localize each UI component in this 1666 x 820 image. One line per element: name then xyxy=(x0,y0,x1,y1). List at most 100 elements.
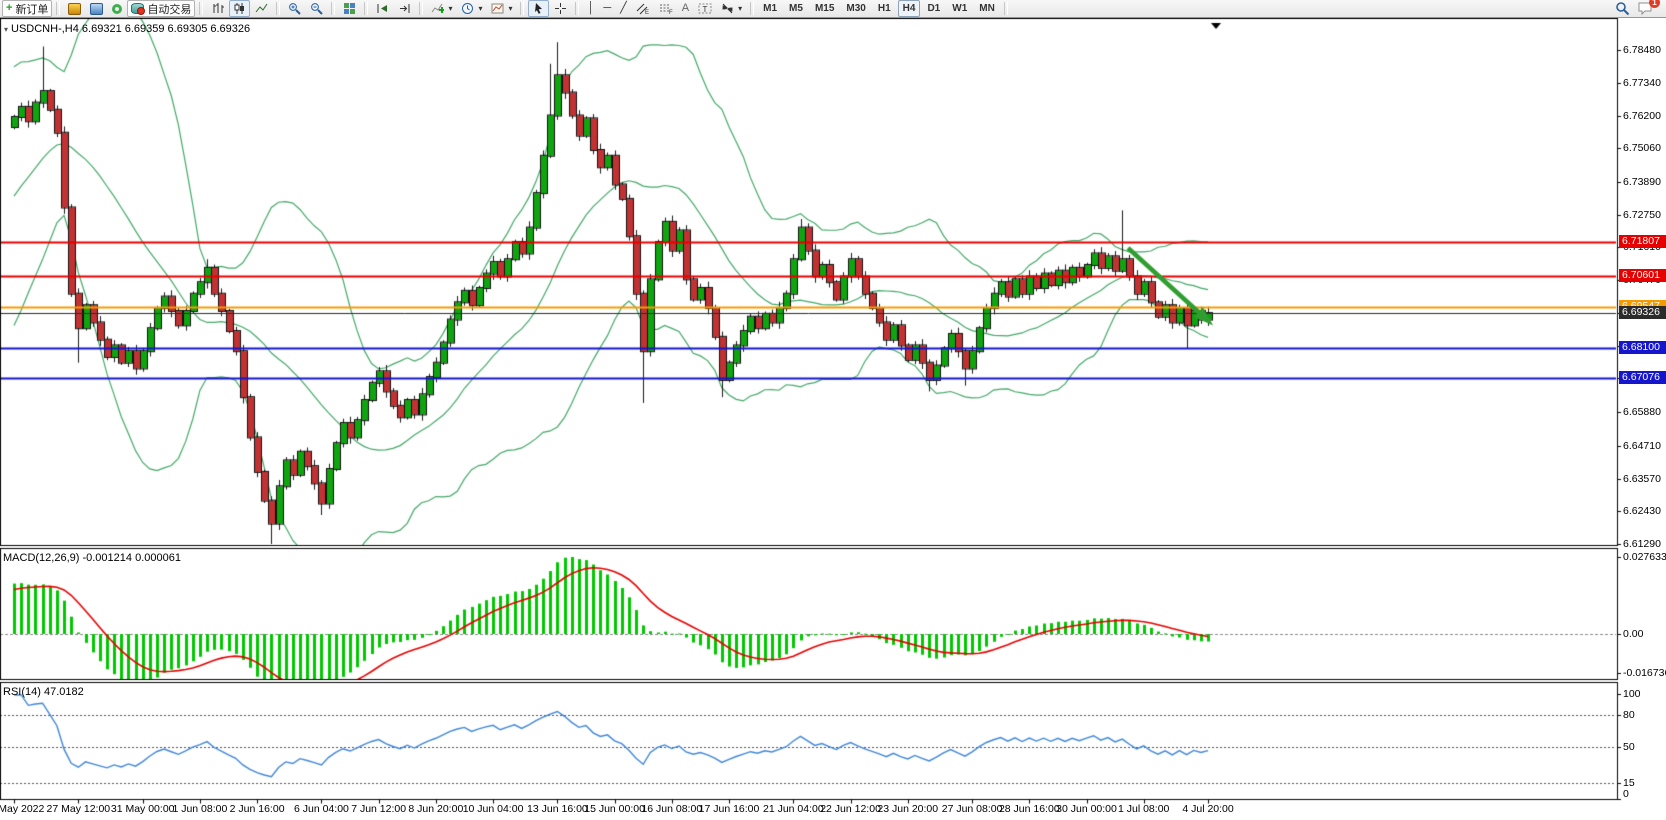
chat-icon[interactable]: 1 xyxy=(1637,1,1654,16)
navigator-icon xyxy=(112,4,122,14)
timeframe-button-w1[interactable]: W1 xyxy=(947,0,972,17)
time-axis-label: 27 May 12:00 xyxy=(47,803,111,815)
chevron-down-icon: ▾ xyxy=(448,4,452,13)
zoom-in-button[interactable] xyxy=(284,0,305,17)
time-axis-label: 26 May 2022 xyxy=(0,803,44,815)
chart-shift-button[interactable] xyxy=(394,0,415,17)
price-line-label: 6.68100 xyxy=(1619,341,1666,354)
line-chart-icon xyxy=(255,2,268,15)
toolbar-separator xyxy=(1004,2,1008,15)
time-axis-label: 15 Jun 00:00 xyxy=(584,803,645,815)
time-axis-label: 2 Jun 16:00 xyxy=(230,803,285,815)
arrows-button[interactable]: ▾ xyxy=(717,0,746,17)
toolbar-right: 1 xyxy=(1615,1,1664,16)
channel-button[interactable]: E xyxy=(632,0,654,17)
rsi-axis-label: 50 xyxy=(1623,741,1635,753)
macd-axis-label: -0.016736 xyxy=(1623,667,1666,679)
time-axis-label: 31 May 00:00 xyxy=(111,803,175,815)
tile-windows-icon xyxy=(343,2,356,15)
timeframe-bar: M1M5M15M30H1H4D1W1MN xyxy=(758,0,1000,17)
auto-scroll-icon xyxy=(376,2,389,15)
chevron-down-icon: ▾ xyxy=(478,4,482,13)
svg-text:T: T xyxy=(703,5,708,14)
cursor-button[interactable] xyxy=(528,0,549,17)
candlestick-button[interactable] xyxy=(229,0,250,17)
templates-button[interactable]: ▾ xyxy=(487,0,516,17)
line-chart-button[interactable] xyxy=(251,0,272,17)
time-axis-label: 4 Jul 20:00 xyxy=(1182,803,1233,815)
price-tick-label: 6.76200 xyxy=(1623,110,1661,122)
search-icon[interactable] xyxy=(1615,1,1630,16)
horizontal-line-button[interactable]: ─ xyxy=(599,0,615,17)
horizontal-line-icon: ─ xyxy=(603,1,611,16)
timeframe-button-m5[interactable]: M5 xyxy=(784,0,808,17)
toolbar-separator xyxy=(419,2,423,15)
price-tick-label: 6.75060 xyxy=(1623,142,1661,154)
price-line-label: 6.67076 xyxy=(1619,371,1666,384)
data-window-button[interactable] xyxy=(86,0,107,17)
time-axis-label: 16 Jun 08:00 xyxy=(641,803,702,815)
macd-indicator-label: MACD(12,26,9) -0.001214 0.000061 xyxy=(3,552,181,564)
vertical-line-button[interactable]: │ xyxy=(583,0,598,17)
indicators-button[interactable]: ▾ xyxy=(427,0,456,17)
data-window-icon xyxy=(90,3,103,15)
auto-trading-button[interactable]: 自动交易 xyxy=(127,0,195,17)
cursor-icon xyxy=(532,2,545,15)
macd-axis-label: 0.027633 xyxy=(1623,551,1666,563)
auto-trading-label: 自动交易 xyxy=(147,1,191,17)
rsi-axis-label: 80 xyxy=(1623,709,1635,721)
time-axis-label: 6 Jun 04:00 xyxy=(294,803,349,815)
toolbar-separator xyxy=(364,2,368,15)
timeframe-button-m1[interactable]: M1 xyxy=(758,0,782,17)
tile-windows-button[interactable] xyxy=(339,0,360,17)
periods-button[interactable]: ▾ xyxy=(457,0,486,17)
navigator-button[interactable] xyxy=(108,0,126,17)
fibonacci-button[interactable]: F xyxy=(655,0,677,17)
time-axis-label: 23 Jun 20:00 xyxy=(877,803,938,815)
time-axis-label: 1 Jun 08:00 xyxy=(172,803,227,815)
time-axis-label: 1 Jul 08:00 xyxy=(1118,803,1169,815)
new-order-button[interactable]: + 新订单 xyxy=(2,0,52,17)
crosshair-button[interactable] xyxy=(550,0,571,17)
symbol-dropdown-icon[interactable]: ▾ xyxy=(4,25,8,34)
new-order-label: 新订单 xyxy=(15,1,48,17)
text-label-button[interactable]: T xyxy=(694,0,716,17)
price-tick-label: 6.65880 xyxy=(1623,406,1661,418)
timeframe-button-m30[interactable]: M30 xyxy=(841,0,870,17)
timeframe-button-h1[interactable]: H1 xyxy=(873,0,896,17)
chart-shift-icon xyxy=(398,2,411,15)
text-label-icon: T xyxy=(698,2,712,15)
rsi-axis-label: 0 xyxy=(1623,788,1629,800)
chevron-down-icon: ▾ xyxy=(738,4,742,13)
price-chart-canvas[interactable] xyxy=(0,18,1666,820)
zoom-out-button[interactable] xyxy=(306,0,327,17)
bar-chart-button[interactable] xyxy=(207,0,228,17)
timeframe-button-m15[interactable]: M15 xyxy=(810,0,839,17)
toolbar-separator xyxy=(750,2,754,15)
market-watch-icon xyxy=(68,3,81,15)
time-axis-label: 7 Jun 12:00 xyxy=(351,803,406,815)
timeframe-button-mn[interactable]: MN xyxy=(974,0,1000,17)
time-axis-label: 13 Jun 16:00 xyxy=(527,803,588,815)
macd-axis-label: 0.00 xyxy=(1623,628,1643,640)
trendline-button[interactable]: ╱ xyxy=(616,0,631,17)
toolbar-separator xyxy=(276,2,280,15)
time-axis-label: 8 Jun 20:00 xyxy=(408,803,463,815)
chart-title: ▾USDCNH-,H4 6.69321 6.69359 6.69305 6.69… xyxy=(4,23,250,35)
auto-scroll-button[interactable] xyxy=(372,0,393,17)
zoom-in-icon xyxy=(288,2,301,15)
timeframe-button-d1[interactable]: D1 xyxy=(922,0,945,17)
toolbar-separator xyxy=(199,2,203,15)
market-watch-button[interactable] xyxy=(64,0,85,17)
timeframe-button-h4[interactable]: H4 xyxy=(898,0,921,17)
time-axis-label: 30 Jun 00:00 xyxy=(1056,803,1117,815)
time-axis-label: 27 Jun 08:00 xyxy=(942,803,1003,815)
periods-icon xyxy=(461,2,474,15)
candlestick-icon xyxy=(233,2,246,15)
price-tick-label: 6.77340 xyxy=(1623,77,1661,89)
chart-window: ▾USDCNH-,H4 6.69321 6.69359 6.69305 6.69… xyxy=(0,18,1666,820)
arrows-icon xyxy=(721,2,734,15)
notification-badge: 1 xyxy=(1649,0,1660,8)
toolbar-separator xyxy=(331,2,335,15)
text-button[interactable]: A xyxy=(678,0,693,17)
